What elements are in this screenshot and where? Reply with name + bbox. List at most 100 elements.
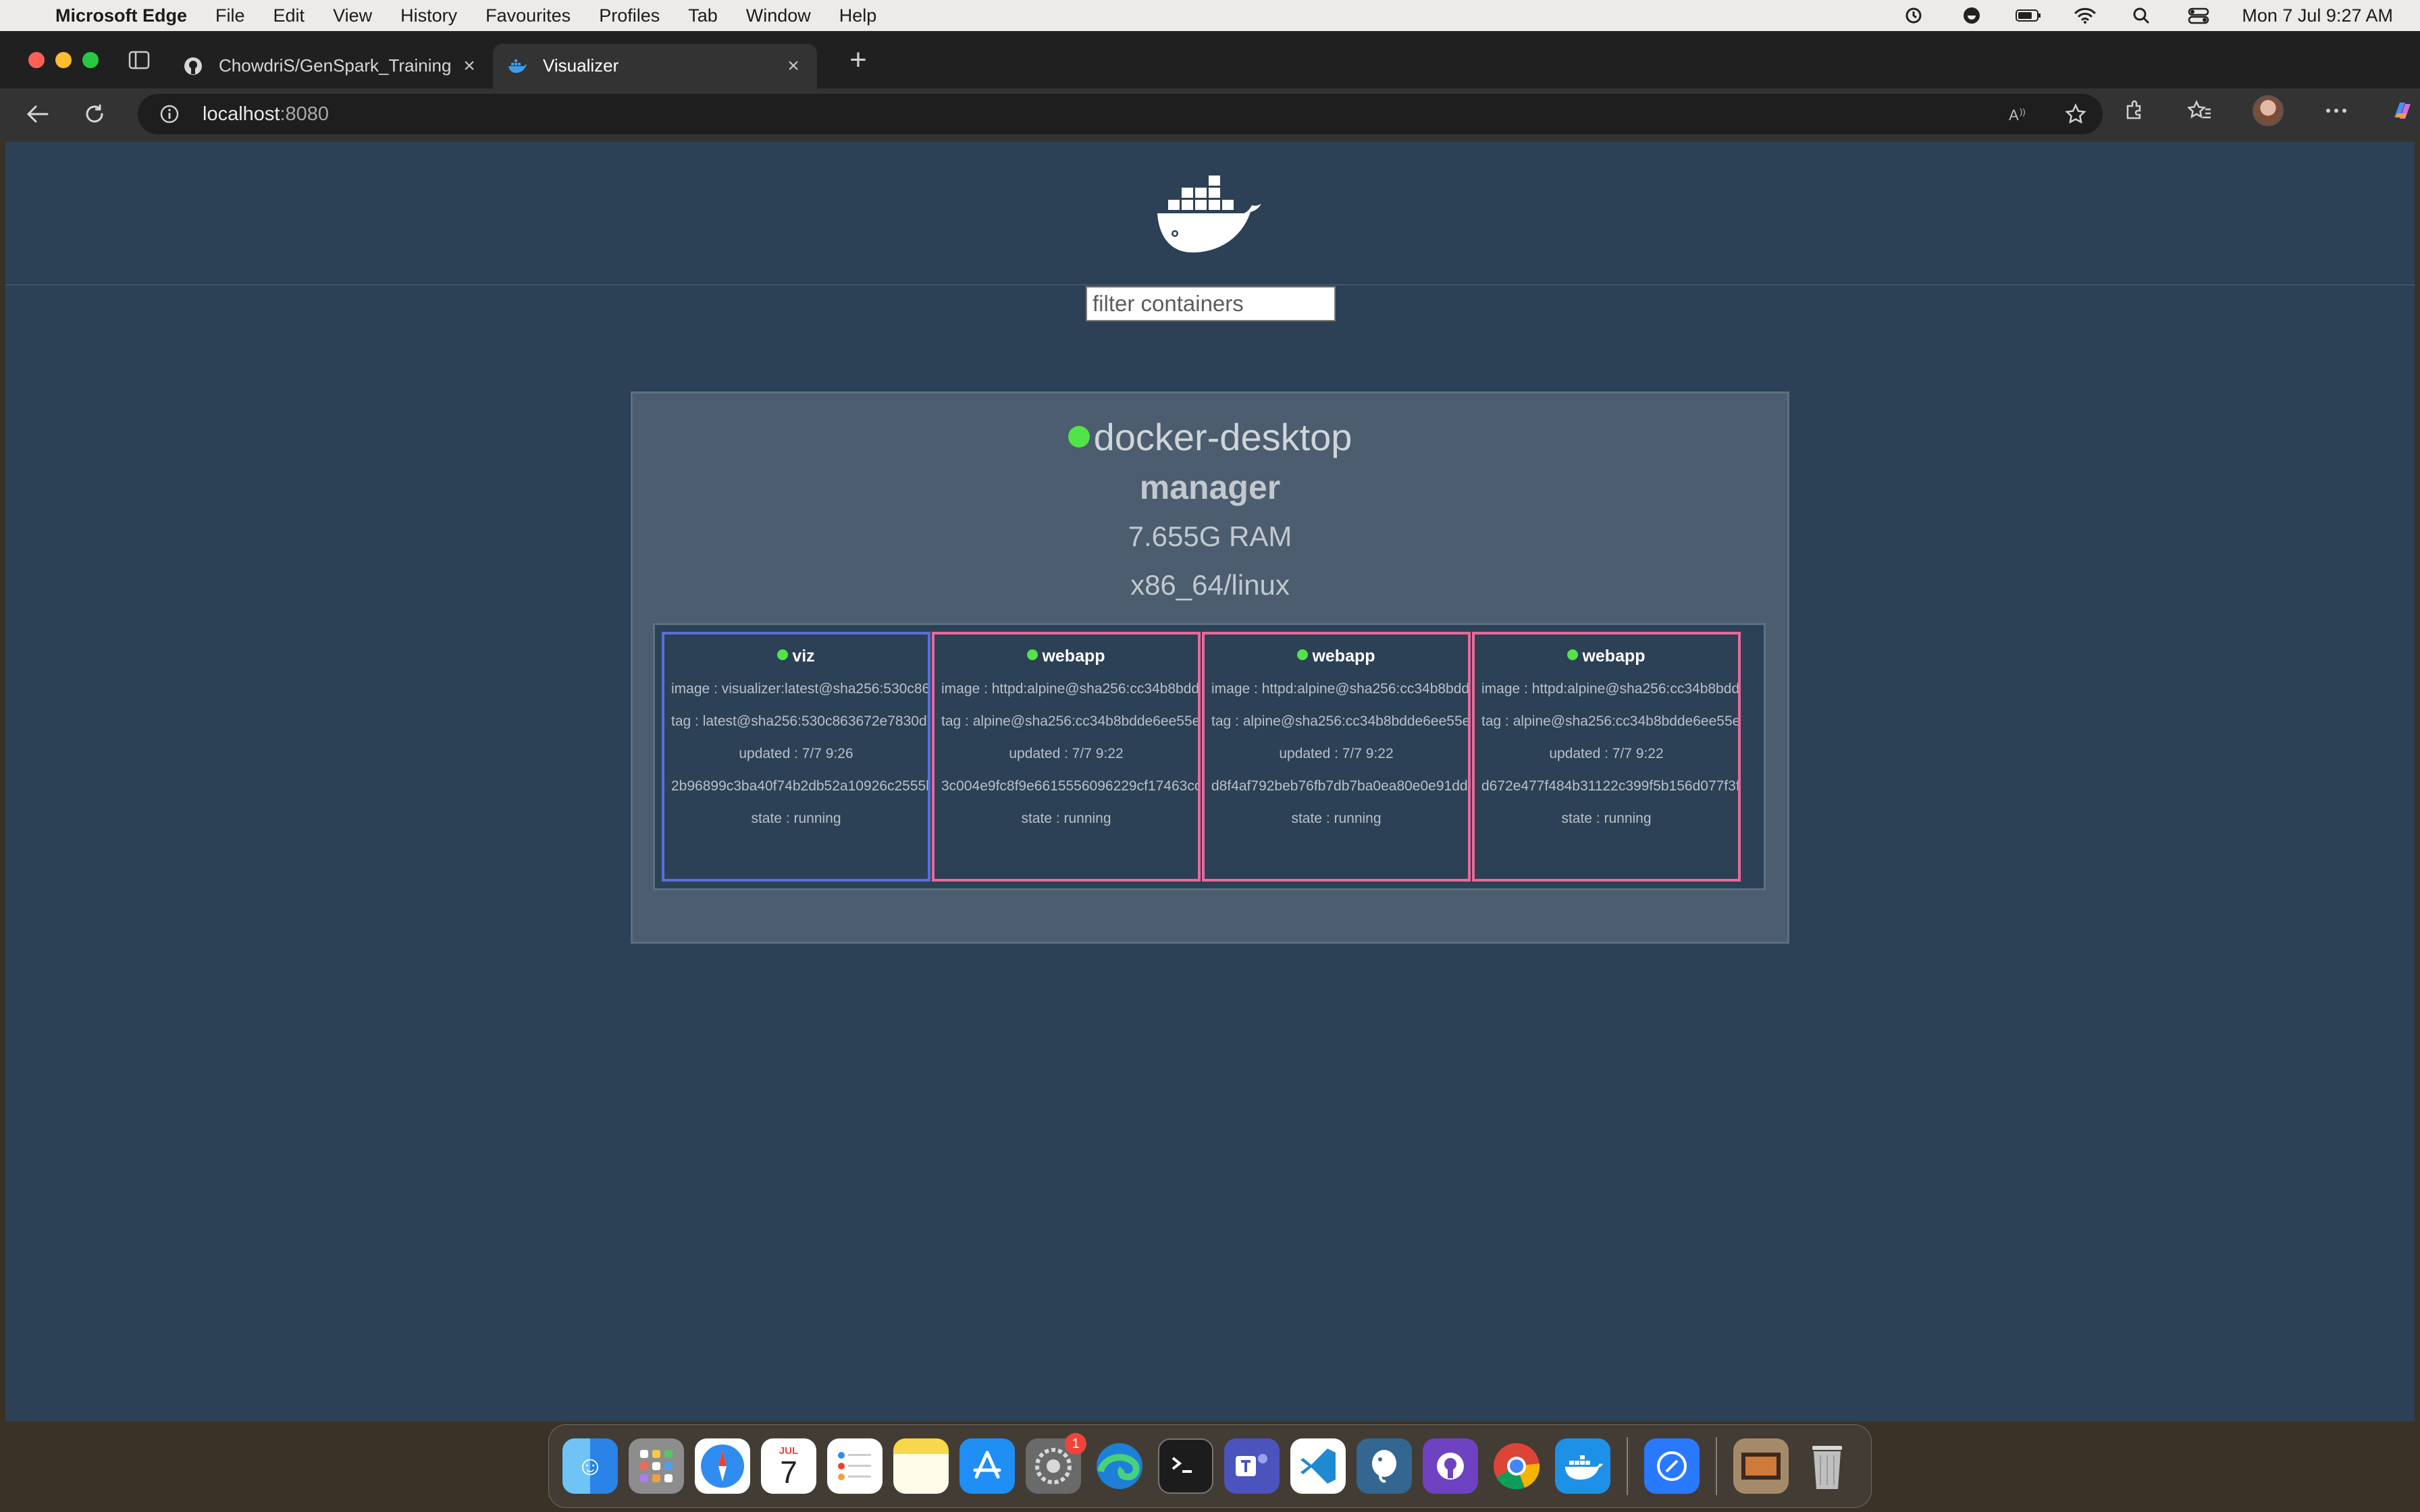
copilot-icon[interactable]	[2389, 97, 2416, 124]
notes-icon[interactable]	[893, 1438, 949, 1494]
menu-window[interactable]: Window	[746, 5, 811, 26]
safari-icon[interactable]	[695, 1438, 750, 1494]
tab-title: Visualizer	[543, 55, 619, 76]
focus-icon[interactable]	[1958, 6, 1985, 25]
node-name-heading: docker-desktop	[633, 415, 1787, 459]
url-text[interactable]: localhost:8080	[203, 103, 329, 126]
menu-view[interactable]: View	[333, 5, 372, 26]
more-options-icon[interactable]	[2323, 97, 2350, 124]
menu-bar-clock[interactable]: Mon 7 Jul 9:27 AM	[2242, 5, 2393, 26]
dock-separator	[1627, 1437, 1628, 1495]
container-card[interactable]: webapp image : httpd:alpine@sha256:cc34b…	[1472, 632, 1741, 882]
system-settings-icon[interactable]: 1	[1026, 1433, 1086, 1494]
container-updated: updated : 7/7 9:22	[1549, 746, 1664, 761]
app-store-icon[interactable]	[959, 1438, 1015, 1494]
github-icon	[182, 55, 204, 77]
site-info-icon[interactable]	[158, 103, 181, 126]
toolbar-actions	[2120, 95, 2416, 126]
docker-icon[interactable]	[1555, 1438, 1610, 1494]
container-state: state : running	[1291, 811, 1382, 826]
container-name: viz	[792, 647, 815, 666]
menu-help[interactable]: Help	[839, 5, 877, 26]
minimize-window-button[interactable]	[55, 51, 72, 68]
url-host: localhost	[203, 103, 280, 125]
menu-edit[interactable]: Edit	[273, 5, 305, 26]
back-button[interactable]	[19, 95, 57, 133]
zoom-window-button[interactable]	[82, 51, 99, 68]
menu-app-name[interactable]: Microsoft Edge	[55, 5, 187, 26]
menu-profiles[interactable]: Profiles	[599, 5, 660, 26]
container-state: state : running	[751, 811, 841, 826]
address-bar[interactable]: localhost:8080 A))	[138, 94, 2103, 134]
favourite-star-icon[interactable]	[2062, 101, 2089, 128]
favourites-icon[interactable]	[2186, 97, 2213, 124]
container-image: image : httpd:alpine@sha256:cc34b8bdde	[941, 681, 1201, 697]
filter-containers-input[interactable]	[1086, 286, 1336, 321]
tab-github[interactable]: ChowdriS/GenSpark_Training ×	[169, 44, 493, 88]
close-icon[interactable]: ×	[783, 55, 804, 77]
menu-history[interactable]: History	[400, 5, 457, 26]
photos-stack-icon[interactable]	[1733, 1438, 1789, 1494]
read-aloud-icon[interactable]: A))	[2005, 101, 2032, 128]
container-id: 3c004e9fc8f9e6615556096229cf17463cc	[941, 778, 1201, 794]
browser-tab-bar: ChowdriS/GenSpark_Training × Visualizer …	[0, 31, 2420, 88]
vscode-icon[interactable]	[1290, 1438, 1346, 1494]
wifi-icon[interactable]	[2072, 6, 2099, 25]
container-card[interactable]: webapp image : httpd:alpine@sha256:cc34b…	[932, 632, 1201, 882]
container-state: state : running	[1021, 811, 1111, 826]
tab-visualizer[interactable]: Visualizer ×	[493, 43, 817, 88]
screen-tool-icon[interactable]	[1644, 1438, 1700, 1494]
control-center-icon[interactable]	[2185, 6, 2212, 25]
container-name: webapp	[1582, 647, 1646, 666]
calendar-icon[interactable]: JUL 7	[761, 1438, 816, 1494]
github-desktop-icon[interactable]	[1423, 1438, 1478, 1494]
menu-file[interactable]: File	[215, 5, 245, 26]
battery-icon[interactable]	[2015, 6, 2042, 25]
container-card[interactable]: viz image : visualizer:latest@sha256:530…	[662, 632, 930, 882]
container-status-indicator	[1567, 649, 1579, 660]
screen-time-icon[interactable]	[1901, 6, 1928, 25]
node-status-indicator	[1068, 426, 1090, 448]
container-status-indicator	[777, 649, 789, 660]
close-icon[interactable]: ×	[459, 55, 479, 77]
address-bar-actions: A))	[2005, 101, 2089, 128]
container-title: webapp	[1205, 647, 1468, 666]
spotlight-search-icon[interactable]	[2128, 6, 2155, 25]
close-window-button[interactable]	[28, 51, 45, 68]
notification-badge: 1	[1065, 1433, 1086, 1455]
container-card[interactable]: webapp image : httpd:alpine@sha256:cc34b…	[1202, 632, 1471, 882]
url-port: :8080	[280, 103, 330, 125]
containers-panel: viz image : visualizer:latest@sha256:530…	[653, 623, 1766, 890]
node-card: docker-desktop manager 7.655G RAM x86_64…	[631, 392, 1789, 944]
dock-separator	[1716, 1437, 1717, 1495]
edge-icon[interactable]	[1092, 1438, 1147, 1494]
refresh-button[interactable]	[76, 95, 113, 133]
terminal-icon[interactable]	[1158, 1438, 1213, 1494]
menu-favourites[interactable]: Favourites	[485, 5, 571, 26]
teams-icon[interactable]	[1224, 1438, 1280, 1494]
trash-icon[interactable]	[1799, 1438, 1855, 1494]
header-divider	[5, 284, 2415, 286]
container-updated: updated : 7/7 9:26	[739, 746, 853, 761]
profile-avatar[interactable]	[2253, 95, 2284, 126]
node-role: manager	[1139, 468, 1281, 506]
container-image: image : httpd:alpine@sha256:cc34b8bdde	[1211, 681, 1471, 697]
tab-actions-icon[interactable]	[126, 47, 153, 74]
container-id: d8f4af792beb76fb7db7ba0ea80e0e91dd	[1211, 778, 1468, 794]
pgadmin-icon[interactable]	[1357, 1438, 1412, 1494]
extensions-icon[interactable]	[2120, 97, 2147, 124]
macos-menu-bar: Microsoft Edge File Edit View History Fa…	[0, 0, 2420, 31]
calendar-day: 7	[780, 1454, 797, 1490]
chrome-icon[interactable]	[1489, 1438, 1544, 1494]
menu-tab[interactable]: Tab	[688, 5, 718, 26]
new-tab-button[interactable]: +	[841, 43, 875, 77]
container-tag: tag : alpine@sha256:cc34b8bdde6ee55ea	[1211, 713, 1471, 729]
container-name: webapp	[1042, 647, 1105, 666]
container-title: viz	[664, 647, 928, 666]
launchpad-icon[interactable]	[629, 1438, 684, 1494]
finder-icon[interactable]: ☺	[562, 1438, 618, 1494]
container-title: webapp	[935, 647, 1198, 666]
docker-icon	[506, 55, 528, 77]
reminders-icon[interactable]	[827, 1438, 883, 1494]
svg-text:)): ))	[2020, 107, 2026, 117]
